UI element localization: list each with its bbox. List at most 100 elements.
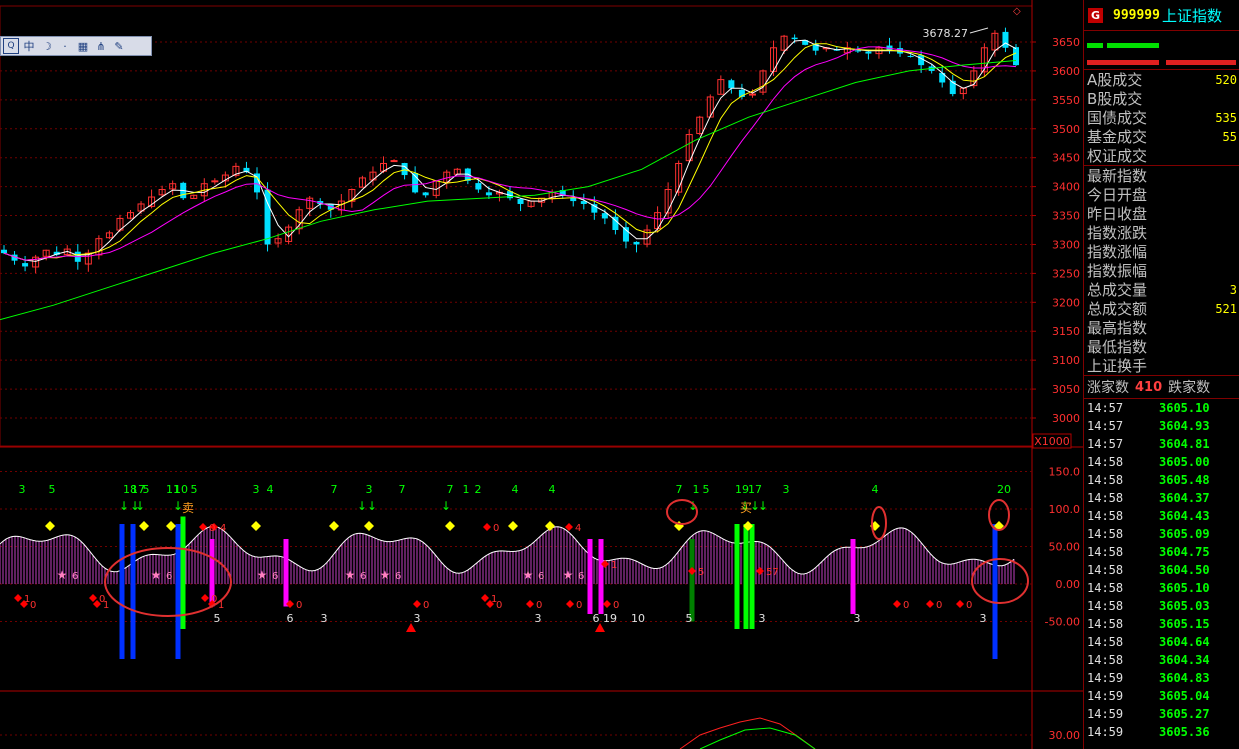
row-label: A股成交 bbox=[1087, 71, 1143, 89]
index-code: 999999 bbox=[1113, 7, 1160, 23]
signal-count-label: 4 bbox=[267, 483, 274, 496]
quote-row: 最新指数 bbox=[1084, 166, 1239, 185]
input-mode-label: 中 bbox=[23, 40, 35, 53]
tick-value: 3605.09 bbox=[1159, 527, 1210, 541]
tick-value: 3604.34 bbox=[1159, 653, 1210, 667]
red-diamond-label: 0 bbox=[613, 600, 619, 611]
tick-value: 3605.03 bbox=[1159, 599, 1210, 613]
candle-body-up bbox=[211, 180, 219, 183]
tick-time: 14:58 bbox=[1087, 473, 1124, 487]
chinese-input-icon[interactable]: 中 bbox=[21, 38, 37, 54]
chart-svg[interactable]: 3650360035503500345034003350330032503200… bbox=[0, 0, 1083, 749]
tick-value: 3605.27 bbox=[1159, 707, 1210, 721]
yellow-diamond-marker bbox=[251, 521, 261, 531]
signal-bar bbox=[850, 539, 856, 614]
tick-row[interactable]: 14:58 3605.03 bbox=[1084, 597, 1239, 615]
down-arrow-icon: ↓ bbox=[758, 499, 768, 513]
tick-row[interactable]: 14:57 3604.81 bbox=[1084, 435, 1239, 453]
signal-bottom-label: 5 bbox=[214, 612, 221, 625]
keyboard-icon[interactable]: ▦ bbox=[75, 38, 91, 54]
signal-count-label: 4 bbox=[872, 483, 879, 496]
tick-row[interactable]: 14:59 3605.36 bbox=[1084, 723, 1239, 741]
quote-row: 最高指数 bbox=[1084, 318, 1239, 337]
row-label: 指数涨幅 bbox=[1087, 243, 1148, 261]
signal-count-label: 7 bbox=[331, 483, 338, 496]
tick-value: 3604.81 bbox=[1159, 437, 1210, 451]
price-tick-label: 3100 bbox=[1052, 354, 1080, 367]
chart-area[interactable]: 3650 3600 3550 3500 3450 3400 3350 3300 3250 3200… bbox=[0, 0, 1083, 749]
signal-bottom-label: 3 bbox=[535, 612, 542, 625]
red-diamond-marker bbox=[481, 594, 489, 602]
tick-row[interactable]: 14:58 3605.09 bbox=[1084, 525, 1239, 543]
buy-sell-bars bbox=[1084, 31, 1239, 70]
tick-row[interactable]: 14:58 3605.10 bbox=[1084, 579, 1239, 597]
star-icon: ★ bbox=[57, 568, 68, 582]
row-value: 521 bbox=[1215, 301, 1237, 316]
stat-row: 国债成交 535 bbox=[1084, 108, 1239, 127]
tick-row[interactable]: 14:58 3605.15 bbox=[1084, 615, 1239, 633]
red-diamond-label: 0 bbox=[209, 523, 215, 534]
red-diamond-marker bbox=[413, 600, 421, 608]
osc-tick-label: 50.00 bbox=[1049, 541, 1081, 554]
red-diamond-label: 0 bbox=[576, 600, 582, 611]
row-label: 基金成交 bbox=[1087, 128, 1148, 146]
signal-bottom-label: 6 bbox=[287, 612, 294, 625]
ma10-line bbox=[3, 43, 1017, 261]
red-diamond-marker bbox=[688, 567, 696, 575]
candle-body-up bbox=[748, 93, 756, 96]
tick-row[interactable]: 14:59 3604.83 bbox=[1084, 669, 1239, 687]
row-label: 今日开盘 bbox=[1087, 186, 1148, 204]
lower-tick-label: 30.00 bbox=[1049, 729, 1081, 742]
tick-time: 14:58 bbox=[1087, 545, 1124, 559]
row-label: 国债成交 bbox=[1087, 109, 1148, 127]
tick-row[interactable]: 14:58 3604.75 bbox=[1084, 543, 1239, 561]
signal-count-label: 3 bbox=[253, 483, 260, 496]
tick-row[interactable]: 14:58 3604.50 bbox=[1084, 561, 1239, 579]
tick-row[interactable]: 14:58 3605.48 bbox=[1084, 471, 1239, 489]
signal-bottom-label: 3 bbox=[414, 612, 421, 625]
tick-row[interactable]: 14:57 3604.93 bbox=[1084, 417, 1239, 435]
tick-row[interactable]: 14:58 3604.34 bbox=[1084, 651, 1239, 669]
price-tick-label: 3250 bbox=[1052, 267, 1080, 280]
down-arrow-icon: ↓ bbox=[357, 499, 367, 513]
row-label: 最高指数 bbox=[1087, 319, 1148, 337]
red-diamond-label: 0 bbox=[423, 600, 429, 611]
quote-row: 昨日收盘 bbox=[1084, 204, 1239, 223]
signal-count-label: 5 bbox=[191, 483, 198, 496]
dot-icon[interactable]: · bbox=[57, 38, 73, 54]
yellow-diamond-marker bbox=[364, 521, 374, 531]
price-tick-label: 3000 bbox=[1052, 412, 1080, 425]
tick-row[interactable]: 14:58 3605.00 bbox=[1084, 453, 1239, 471]
tick-row[interactable]: 14:58 3604.37 bbox=[1084, 489, 1239, 507]
tick-row[interactable]: 14:57 3605.10 bbox=[1084, 399, 1239, 417]
tick-row[interactable]: 14:58 3604.64 bbox=[1084, 633, 1239, 651]
wrench-icon[interactable]: ✎ bbox=[111, 38, 127, 54]
tick-row[interactable]: 14:59 3605.27 bbox=[1084, 705, 1239, 723]
quote-row: 总成交额 521 bbox=[1084, 299, 1239, 318]
red-diamond-marker bbox=[89, 594, 97, 602]
row-value: 3 bbox=[1229, 282, 1237, 297]
quote-row: 指数涨跌 bbox=[1084, 223, 1239, 242]
yellow-diamond-marker bbox=[139, 521, 149, 531]
tick-row[interactable]: 14:59 3605.04 bbox=[1084, 687, 1239, 705]
signal-bar bbox=[130, 524, 136, 659]
price-tick-label: 3550 bbox=[1052, 94, 1080, 107]
network-icon[interactable]: ⋔ bbox=[93, 38, 109, 54]
tick-list[interactable]: 14:57 3605.10 14:57 3604.93 14:57 3604.81 14:5… bbox=[1084, 399, 1239, 741]
candle-body-down bbox=[907, 55, 914, 57]
logo-icon[interactable]: Q bbox=[3, 38, 19, 54]
index-header[interactable]: G 999999 上证指数 bbox=[1084, 0, 1239, 31]
star-label: 6 bbox=[72, 571, 78, 582]
yellow-diamond-marker bbox=[329, 521, 339, 531]
candle-body-down bbox=[865, 51, 872, 54]
tick-time: 14:58 bbox=[1087, 491, 1124, 505]
signal-count-label: 7 bbox=[676, 483, 683, 496]
quote-panel: G 999999 上证指数 A股成交 520 B股成交 国债成交 535 基金成交 55 权证… bbox=[1083, 0, 1239, 749]
index-name: 上证指数 bbox=[1161, 6, 1222, 25]
moon-icon[interactable]: ☽ bbox=[39, 38, 55, 54]
yellow-diamond-marker bbox=[166, 521, 176, 531]
stat-row: 权证成交 bbox=[1084, 146, 1239, 165]
red-diamond-label: 4 bbox=[575, 523, 581, 534]
signal-bar bbox=[587, 539, 593, 614]
tick-row[interactable]: 14:58 3604.43 bbox=[1084, 507, 1239, 525]
